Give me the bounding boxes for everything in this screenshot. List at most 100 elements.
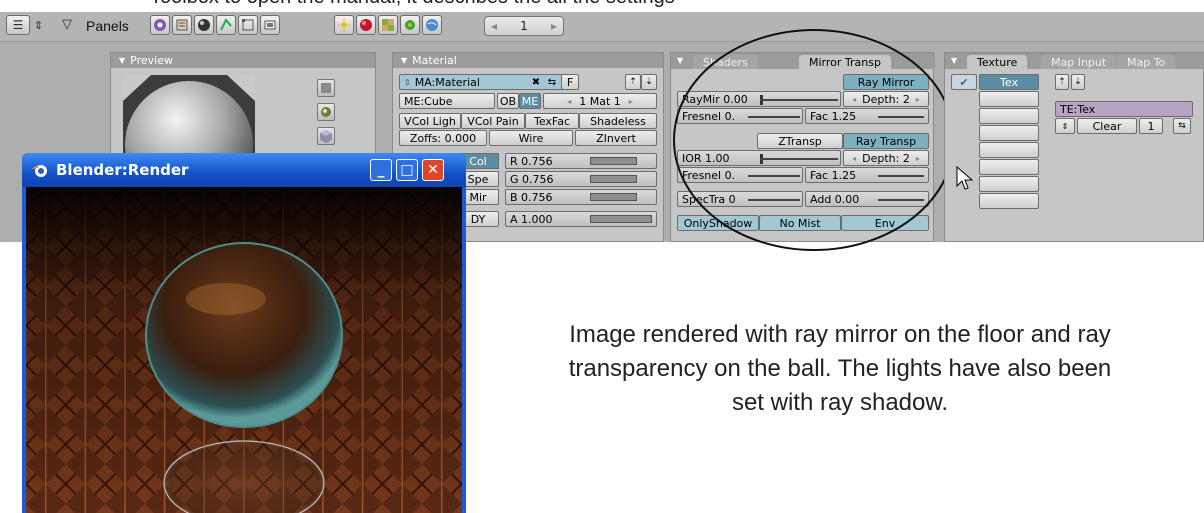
browse-texture-icon[interactable]: ⇕ <box>1055 118 1075 134</box>
delete-material-icon[interactable]: ✖ <box>529 74 543 90</box>
vcol-light-button[interactable]: VCol Ligh <box>399 113 461 129</box>
tab-map-input[interactable]: Map Input <box>1041 55 1117 69</box>
texture-channel-4[interactable] <box>979 125 1039 141</box>
checkmark-icon: ✔ <box>959 75 969 89</box>
red-value: R 0.756 <box>510 154 553 168</box>
green-slider[interactable]: G 0.756 <box>505 171 657 187</box>
decrement-arrow-icon[interactable]: ◂ <box>491 19 497 33</box>
texture-name-field[interactable]: TE:Tex <box>1055 101 1193 117</box>
tab-map-to[interactable]: Map To <box>1117 55 1176 69</box>
menu-arrows-icon[interactable]: ⇕ <box>34 19 43 37</box>
lamp-buttons-icon[interactable] <box>334 15 354 35</box>
clear-texture-button[interactable]: Clear <box>1077 118 1137 134</box>
texture-channel-3[interactable] <box>979 108 1039 124</box>
texture-channel-7[interactable] <box>979 176 1039 192</box>
render-window-titlebar[interactable]: Blender:Render _ □ ✕ <box>22 153 466 187</box>
wire-button[interactable]: Wire <box>489 130 573 146</box>
highlight-ellipse <box>673 29 955 251</box>
copy-material-icon[interactable]: ⇡ <box>625 74 641 90</box>
preview-cube-icon[interactable] <box>317 127 335 145</box>
render-image <box>26 187 462 513</box>
close-button[interactable]: ✕ <box>422 159 444 181</box>
scene-context-icon[interactable] <box>260 15 280 35</box>
material-index-value: 1 Mat 1 <box>579 94 621 108</box>
copy-texture-icon[interactable]: ⇡ <box>1055 74 1069 90</box>
frame-number-value: 1 <box>520 19 528 33</box>
zoffs-value: Zoffs: 0.000 <box>409 131 477 145</box>
window-type-icon[interactable]: ☰ <box>6 15 30 35</box>
collapse-triangle-icon[interactable]: ▼ <box>401 56 407 65</box>
panels-label: Panels <box>86 18 129 34</box>
shading-context-icon[interactable] <box>194 15 214 35</box>
object-context-icon[interactable] <box>216 15 236 35</box>
material-index-field[interactable]: ◂ 1 Mat 1 ▸ <box>543 93 657 109</box>
material-panel-header[interactable]: ▼ Material <box>393 53 663 68</box>
paste-texture-icon[interactable]: ⇣ <box>1071 74 1085 90</box>
preview-sphere-icon[interactable] <box>317 103 335 121</box>
zinvert-button[interactable]: ZInvert <box>575 130 657 146</box>
texface-button[interactable]: TexFac <box>525 113 579 129</box>
blue-slider-fill <box>590 193 637 201</box>
auto-name-icon[interactable]: ⇆ <box>545 74 559 90</box>
logic-context-icon[interactable] <box>150 15 170 35</box>
texture-enable-checkbox[interactable]: ✔ <box>951 74 977 90</box>
increment-arrow-icon[interactable]: ▸ <box>629 97 633 106</box>
script-context-icon[interactable] <box>172 15 192 35</box>
auto-name-icon[interactable]: ⇆ <box>1173 118 1191 134</box>
preview-panel-title: Preview <box>130 54 173 67</box>
zoffs-field[interactable]: Zoffs: 0.000 <box>399 130 487 146</box>
fake-user-button[interactable]: F <box>561 74 579 90</box>
collapse-triangle-icon[interactable]: ▼ <box>119 56 125 65</box>
decrement-arrow-icon[interactable]: ◂ <box>567 97 571 106</box>
radiosity-buttons-icon[interactable] <box>400 15 420 35</box>
annotation-text: Image rendered with ray mirror on the fl… <box>490 318 1190 420</box>
vcol-paint-button[interactable]: VCol Pain <box>461 113 525 129</box>
tab-texture[interactable]: Texture <box>967 55 1028 69</box>
green-value: G 0.756 <box>510 172 554 186</box>
red-slider-fill <box>590 157 637 165</box>
texture-channel-5[interactable] <box>979 142 1039 158</box>
preview-panel-header[interactable]: ▼ Preview <box>111 53 375 68</box>
top-caption: Toolbox to open the manual, it describes… <box>150 0 675 9</box>
increment-arrow-icon[interactable]: ▸ <box>551 19 557 33</box>
green-slider-fill <box>590 175 637 183</box>
mouse-cursor-icon <box>956 166 974 190</box>
texture-users-count[interactable]: 1 <box>1139 118 1163 134</box>
paste-material-icon[interactable]: ⇣ <box>641 74 657 90</box>
preview-plane-icon[interactable] <box>317 79 335 97</box>
editing-context-icon[interactable] <box>238 15 258 35</box>
me-link-button[interactable]: ME <box>519 93 541 109</box>
texture-channel-1[interactable]: Tex <box>979 74 1039 90</box>
annotation-line-3: set with ray shadow. <box>731 389 949 416</box>
maximize-button[interactable]: □ <box>396 159 418 181</box>
material-panel-title: Material <box>412 54 457 67</box>
collapse-triangle-icon[interactable]: ▼ <box>951 56 957 65</box>
render-window: Blender:Render _ □ ✕ <box>22 153 466 513</box>
texture-buttons-icon[interactable] <box>378 15 398 35</box>
alpha-slider-fill <box>590 215 652 223</box>
alpha-value: A 1.000 <box>510 212 553 226</box>
mesh-name-field[interactable]: ME:Cube <box>399 93 495 109</box>
annotation-line-2: transparency on the ball. The lights hav… <box>568 355 1112 382</box>
material-name-value: MA:Material <box>414 75 480 89</box>
blue-slider[interactable]: B 0.756 <box>505 189 657 205</box>
texture-panel: ▼ Texture Map Input Map To ✔ Tex ⇡ ⇣ TE:… <box>944 52 1204 242</box>
render-window-title: Blender:Render <box>56 161 189 179</box>
texture-channel-6[interactable] <box>979 159 1039 175</box>
blue-value: B 0.756 <box>510 190 553 204</box>
frame-number-field[interactable]: ◂ 1 ▸ <box>484 16 564 36</box>
red-slider[interactable]: R 0.756 <box>505 153 657 169</box>
world-buttons-icon[interactable] <box>422 15 442 35</box>
alpha-slider[interactable]: A 1.000 <box>505 211 657 227</box>
preview-image <box>123 75 255 155</box>
collapse-menu-icon[interactable]: ▽ <box>62 17 72 35</box>
buttons-window-header: ☰ ⇕ ▽ Panels ◂ 1 ▸ <box>0 12 1204 42</box>
texture-channel-2[interactable] <box>979 91 1039 107</box>
ob-link-button[interactable]: OB <box>497 93 519 109</box>
blender-logo-icon <box>31 165 47 177</box>
browse-arrow-icon[interactable]: ⇕ <box>404 78 411 87</box>
minimize-button[interactable]: _ <box>370 159 392 181</box>
texture-channel-8[interactable] <box>979 193 1039 209</box>
material-buttons-icon[interactable] <box>356 15 376 35</box>
shadeless-button[interactable]: Shadeless <box>579 113 657 129</box>
